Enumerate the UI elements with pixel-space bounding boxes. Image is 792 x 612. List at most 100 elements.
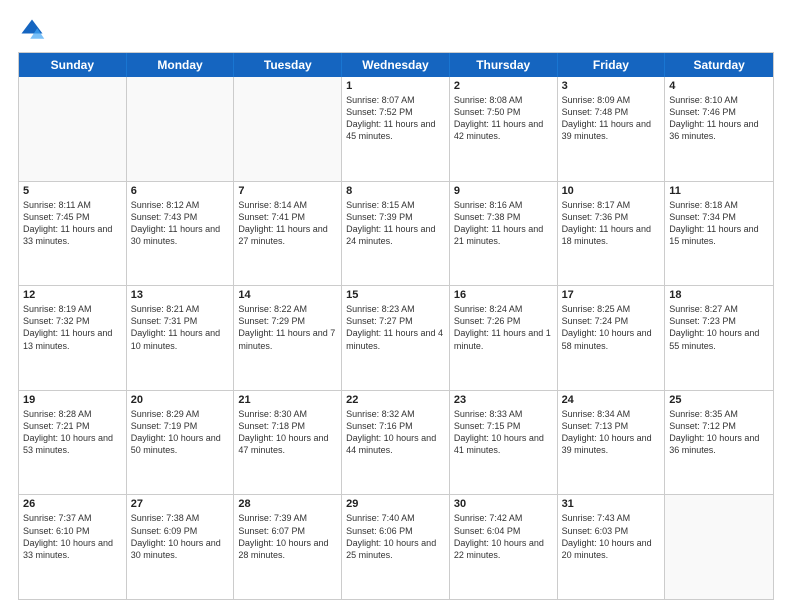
calendar-cell <box>127 77 235 181</box>
calendar-cell: 3 Sunrise: 8:09 AMSunset: 7:48 PMDaylight… <box>558 77 666 181</box>
calendar-body: 1Sunrise: 8:07 AMSunset: 7:52 PMDaylight… <box>19 77 773 599</box>
cell-info: Sunrise: 8:24 AMSunset: 7:26 PMDaylight:… <box>454 303 553 352</box>
calendar-cell: 18Sunrise: 8:27 AMSunset: 7:23 PMDayligh… <box>665 286 773 390</box>
header-day-saturday: Saturday <box>665 53 773 77</box>
page: SundayMondayTuesdayWednesdayThursdayFrid… <box>0 0 792 612</box>
cell-info: Sunrise: 8:22 AMSunset: 7:29 PMDaylight:… <box>238 303 337 352</box>
cell-info: Sunrise: 7:38 AMSunset: 6:09 PMDaylight:… <box>131 512 230 561</box>
day-number: 26 <box>23 498 122 510</box>
cell-info: Sunrise: 8:15 AMSunset: 7:39 PMDaylight:… <box>346 199 445 248</box>
cell-info: Sunrise: 8:07 AMSunset: 7:52 PMDaylight:… <box>346 94 445 143</box>
cell-info: Sunrise: 8:34 AMSunset: 7:13 PMDaylight:… <box>562 408 661 457</box>
cell-info: Sunrise: 7:43 AMSunset: 6:03 PMDaylight:… <box>562 512 661 561</box>
day-number: 22 <box>346 394 445 406</box>
calendar-cell: 8Sunrise: 8:15 AMSunset: 7:39 PMDaylight… <box>342 182 450 286</box>
calendar-row-2: 12 Sunrise: 8:19 AMSunset: 7:32 PMDayligh… <box>19 285 773 390</box>
header-day-sunday: Sunday <box>19 53 127 77</box>
cell-info: Sunrise: 8:23 AMSunset: 7:27 PMDaylight:… <box>346 303 445 352</box>
logo <box>18 16 50 44</box>
day-number: 27 <box>131 498 230 510</box>
logo-icon <box>18 16 46 44</box>
calendar-cell: 4 Sunrise: 8:10 AMSunset: 7:46 PMDaylight… <box>665 77 773 181</box>
cell-info: Sunrise: 8:17 AMSunset: 7:36 PMDaylight:… <box>562 199 661 248</box>
day-number: 10 <box>562 185 661 197</box>
calendar-cell: 13 Sunrise: 8:21 AMSunset: 7:31 PMDayligh… <box>127 286 235 390</box>
calendar-cell <box>234 77 342 181</box>
day-number: 5 <box>23 185 122 197</box>
cell-info: Sunrise: 8:27 AMSunset: 7:23 PMDaylight:… <box>669 303 769 352</box>
day-number: 23 <box>454 394 553 406</box>
calendar-cell: 25 Sunrise: 8:35 AMSunset: 7:12 PMDayligh… <box>665 391 773 495</box>
header-day-tuesday: Tuesday <box>234 53 342 77</box>
cell-info: Sunrise: 7:37 AMSunset: 6:10 PMDaylight:… <box>23 512 122 561</box>
day-number: 29 <box>346 498 445 510</box>
calendar-row-3: 19 Sunrise: 8:28 AMSunset: 7:21 PMDayligh… <box>19 390 773 495</box>
cell-info: Sunrise: 7:40 AMSunset: 6:06 PMDaylight:… <box>346 512 445 561</box>
day-number: 31 <box>562 498 661 510</box>
calendar-cell: 9 Sunrise: 8:16 AMSunset: 7:38 PMDaylight… <box>450 182 558 286</box>
header <box>18 16 774 44</box>
calendar-cell: 2 Sunrise: 8:08 AMSunset: 7:50 PMDaylight… <box>450 77 558 181</box>
day-number: 3 <box>562 80 661 92</box>
calendar-cell: 16Sunrise: 8:24 AMSunset: 7:26 PMDayligh… <box>450 286 558 390</box>
calendar-cell: 27 Sunrise: 7:38 AMSunset: 6:09 PMDayligh… <box>127 495 235 599</box>
calendar-cell: 5 Sunrise: 8:11 AMSunset: 7:45 PMDaylight… <box>19 182 127 286</box>
calendar-cell: 23 Sunrise: 8:33 AMSunset: 7:15 PMDayligh… <box>450 391 558 495</box>
calendar-cell: 1Sunrise: 8:07 AMSunset: 7:52 PMDaylight… <box>342 77 450 181</box>
calendar-cell: 15 Sunrise: 8:23 AMSunset: 7:27 PMDayligh… <box>342 286 450 390</box>
day-number: 14 <box>238 289 337 301</box>
cell-info: Sunrise: 8:11 AMSunset: 7:45 PMDaylight:… <box>23 199 122 248</box>
calendar-cell <box>665 495 773 599</box>
header-day-thursday: Thursday <box>450 53 558 77</box>
day-number: 6 <box>131 185 230 197</box>
day-number: 20 <box>131 394 230 406</box>
day-number: 30 <box>454 498 553 510</box>
day-number: 15 <box>346 289 445 301</box>
header-day-friday: Friday <box>558 53 666 77</box>
day-number: 21 <box>238 394 337 406</box>
cell-info: Sunrise: 8:30 AMSunset: 7:18 PMDaylight:… <box>238 408 337 457</box>
day-number: 25 <box>669 394 769 406</box>
day-number: 2 <box>454 80 553 92</box>
cell-info: Sunrise: 8:08 AMSunset: 7:50 PMDaylight:… <box>454 94 553 143</box>
calendar-cell: 31 Sunrise: 7:43 AMSunset: 6:03 PMDayligh… <box>558 495 666 599</box>
calendar-cell: 6Sunrise: 8:12 AMSunset: 7:43 PMDaylight… <box>127 182 235 286</box>
day-number: 9 <box>454 185 553 197</box>
calendar-row-0: 1Sunrise: 8:07 AMSunset: 7:52 PMDaylight… <box>19 77 773 181</box>
calendar-cell: 26 Sunrise: 7:37 AMSunset: 6:10 PMDayligh… <box>19 495 127 599</box>
cell-info: Sunrise: 8:35 AMSunset: 7:12 PMDaylight:… <box>669 408 769 457</box>
header-day-wednesday: Wednesday <box>342 53 450 77</box>
calendar-cell: 20 Sunrise: 8:29 AMSunset: 7:19 PMDayligh… <box>127 391 235 495</box>
calendar-cell: 29 Sunrise: 7:40 AMSunset: 6:06 PMDayligh… <box>342 495 450 599</box>
cell-info: Sunrise: 8:10 AMSunset: 7:46 PMDaylight:… <box>669 94 769 143</box>
day-number: 12 <box>23 289 122 301</box>
day-number: 13 <box>131 289 230 301</box>
cell-info: Sunrise: 8:18 AMSunset: 7:34 PMDaylight:… <box>669 199 769 248</box>
calendar-cell: 21 Sunrise: 8:30 AMSunset: 7:18 PMDayligh… <box>234 391 342 495</box>
cell-info: Sunrise: 8:29 AMSunset: 7:19 PMDaylight:… <box>131 408 230 457</box>
calendar-cell: 30 Sunrise: 7:42 AMSunset: 6:04 PMDayligh… <box>450 495 558 599</box>
cell-info: Sunrise: 8:14 AMSunset: 7:41 PMDaylight:… <box>238 199 337 248</box>
calendar-cell: 14 Sunrise: 8:22 AMSunset: 7:29 PMDayligh… <box>234 286 342 390</box>
cell-info: Sunrise: 8:25 AMSunset: 7:24 PMDaylight:… <box>562 303 661 352</box>
cell-info: Sunrise: 8:21 AMSunset: 7:31 PMDaylight:… <box>131 303 230 352</box>
calendar-row-1: 5 Sunrise: 8:11 AMSunset: 7:45 PMDaylight… <box>19 181 773 286</box>
calendar-header: SundayMondayTuesdayWednesdayThursdayFrid… <box>19 53 773 77</box>
cell-info: Sunrise: 8:28 AMSunset: 7:21 PMDaylight:… <box>23 408 122 457</box>
cell-info: Sunrise: 8:09 AMSunset: 7:48 PMDaylight:… <box>562 94 661 143</box>
cell-info: Sunrise: 7:42 AMSunset: 6:04 PMDaylight:… <box>454 512 553 561</box>
day-number: 11 <box>669 185 769 197</box>
cell-info: Sunrise: 8:32 AMSunset: 7:16 PMDaylight:… <box>346 408 445 457</box>
day-number: 19 <box>23 394 122 406</box>
cell-info: Sunrise: 7:39 AMSunset: 6:07 PMDaylight:… <box>238 512 337 561</box>
day-number: 17 <box>562 289 661 301</box>
calendar-cell: 12 Sunrise: 8:19 AMSunset: 7:32 PMDayligh… <box>19 286 127 390</box>
calendar-cell: 19 Sunrise: 8:28 AMSunset: 7:21 PMDayligh… <box>19 391 127 495</box>
cell-info: Sunrise: 8:16 AMSunset: 7:38 PMDaylight:… <box>454 199 553 248</box>
calendar-cell: 24Sunrise: 8:34 AMSunset: 7:13 PMDayligh… <box>558 391 666 495</box>
calendar-cell <box>19 77 127 181</box>
cell-info: Sunrise: 8:33 AMSunset: 7:15 PMDaylight:… <box>454 408 553 457</box>
day-number: 7 <box>238 185 337 197</box>
day-number: 4 <box>669 80 769 92</box>
cell-info: Sunrise: 8:19 AMSunset: 7:32 PMDaylight:… <box>23 303 122 352</box>
